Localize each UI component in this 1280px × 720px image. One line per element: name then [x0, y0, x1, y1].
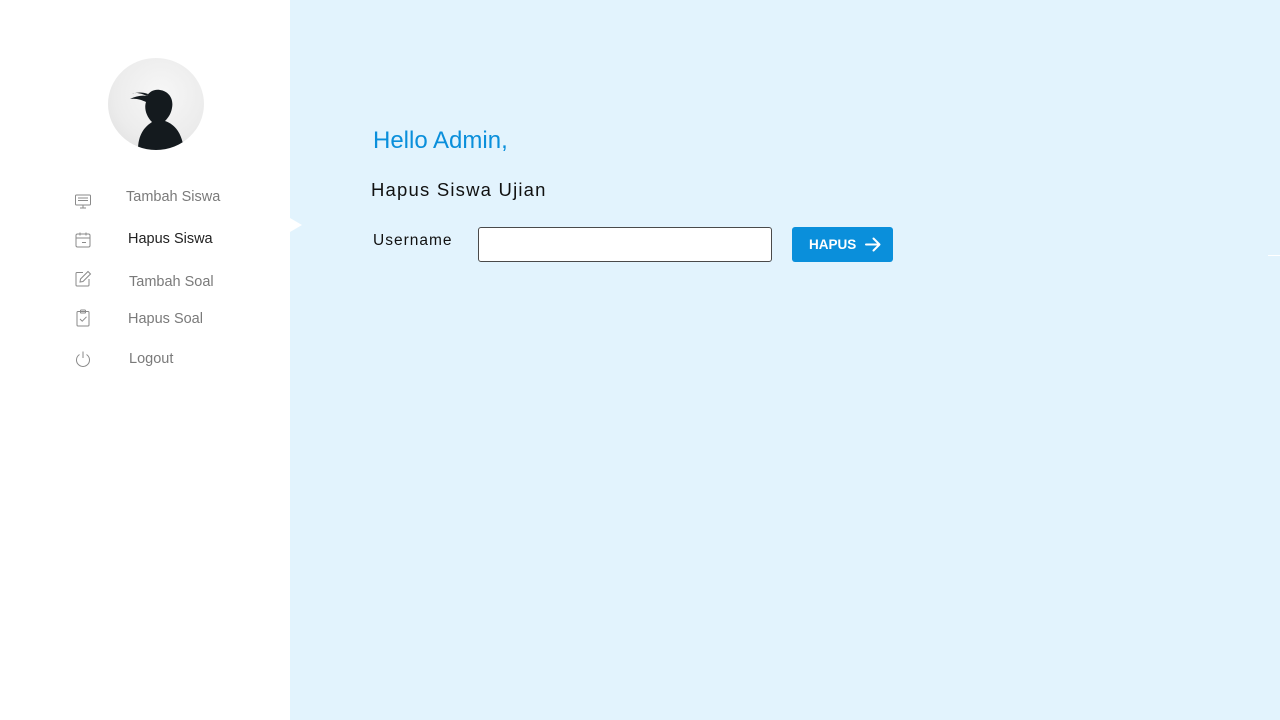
- username-label: Username: [373, 232, 453, 249]
- arrow-right-icon: [864, 236, 882, 256]
- delete-button-label: HAPUS: [809, 237, 857, 252]
- monitor-icon: [74, 192, 92, 210]
- divider: [1268, 255, 1280, 256]
- sidebar-item-label: Logout: [129, 351, 174, 367]
- sidebar-item-hapus-siswa[interactable]: Hapus Siswa: [0, 230, 290, 258]
- sidebar-item-label: Tambah Soal: [129, 274, 214, 290]
- greeting: Hello Admin,: [373, 127, 508, 154]
- sidebar: Tambah Siswa Hapus Siswa Tambah Soal Hap…: [0, 0, 290, 720]
- sidebar-item-label: Hapus Siswa: [128, 231, 213, 247]
- sidebar-item-tambah-siswa[interactable]: Tambah Siswa: [0, 188, 290, 216]
- sidebar-item-tambah-soal[interactable]: Tambah Soal: [0, 270, 290, 300]
- sidebar-item-logout[interactable]: Logout: [0, 350, 290, 378]
- calendar-icon: [74, 231, 92, 249]
- avatar: [108, 58, 204, 150]
- sidebar-item-hapus-soal[interactable]: Hapus Soal: [0, 309, 290, 338]
- sidebar-item-label: Tambah Siswa: [126, 189, 221, 205]
- page-title: Hapus Siswa Ujian: [371, 179, 547, 200]
- username-input[interactable]: [478, 227, 772, 262]
- sidebar-item-label: Hapus Soal: [128, 311, 203, 327]
- edit-icon: [74, 270, 92, 288]
- active-item-pointer: [290, 218, 302, 232]
- power-icon: [74, 350, 92, 368]
- delete-button[interactable]: HAPUS: [792, 227, 893, 262]
- clipboard-check-icon: [74, 309, 92, 327]
